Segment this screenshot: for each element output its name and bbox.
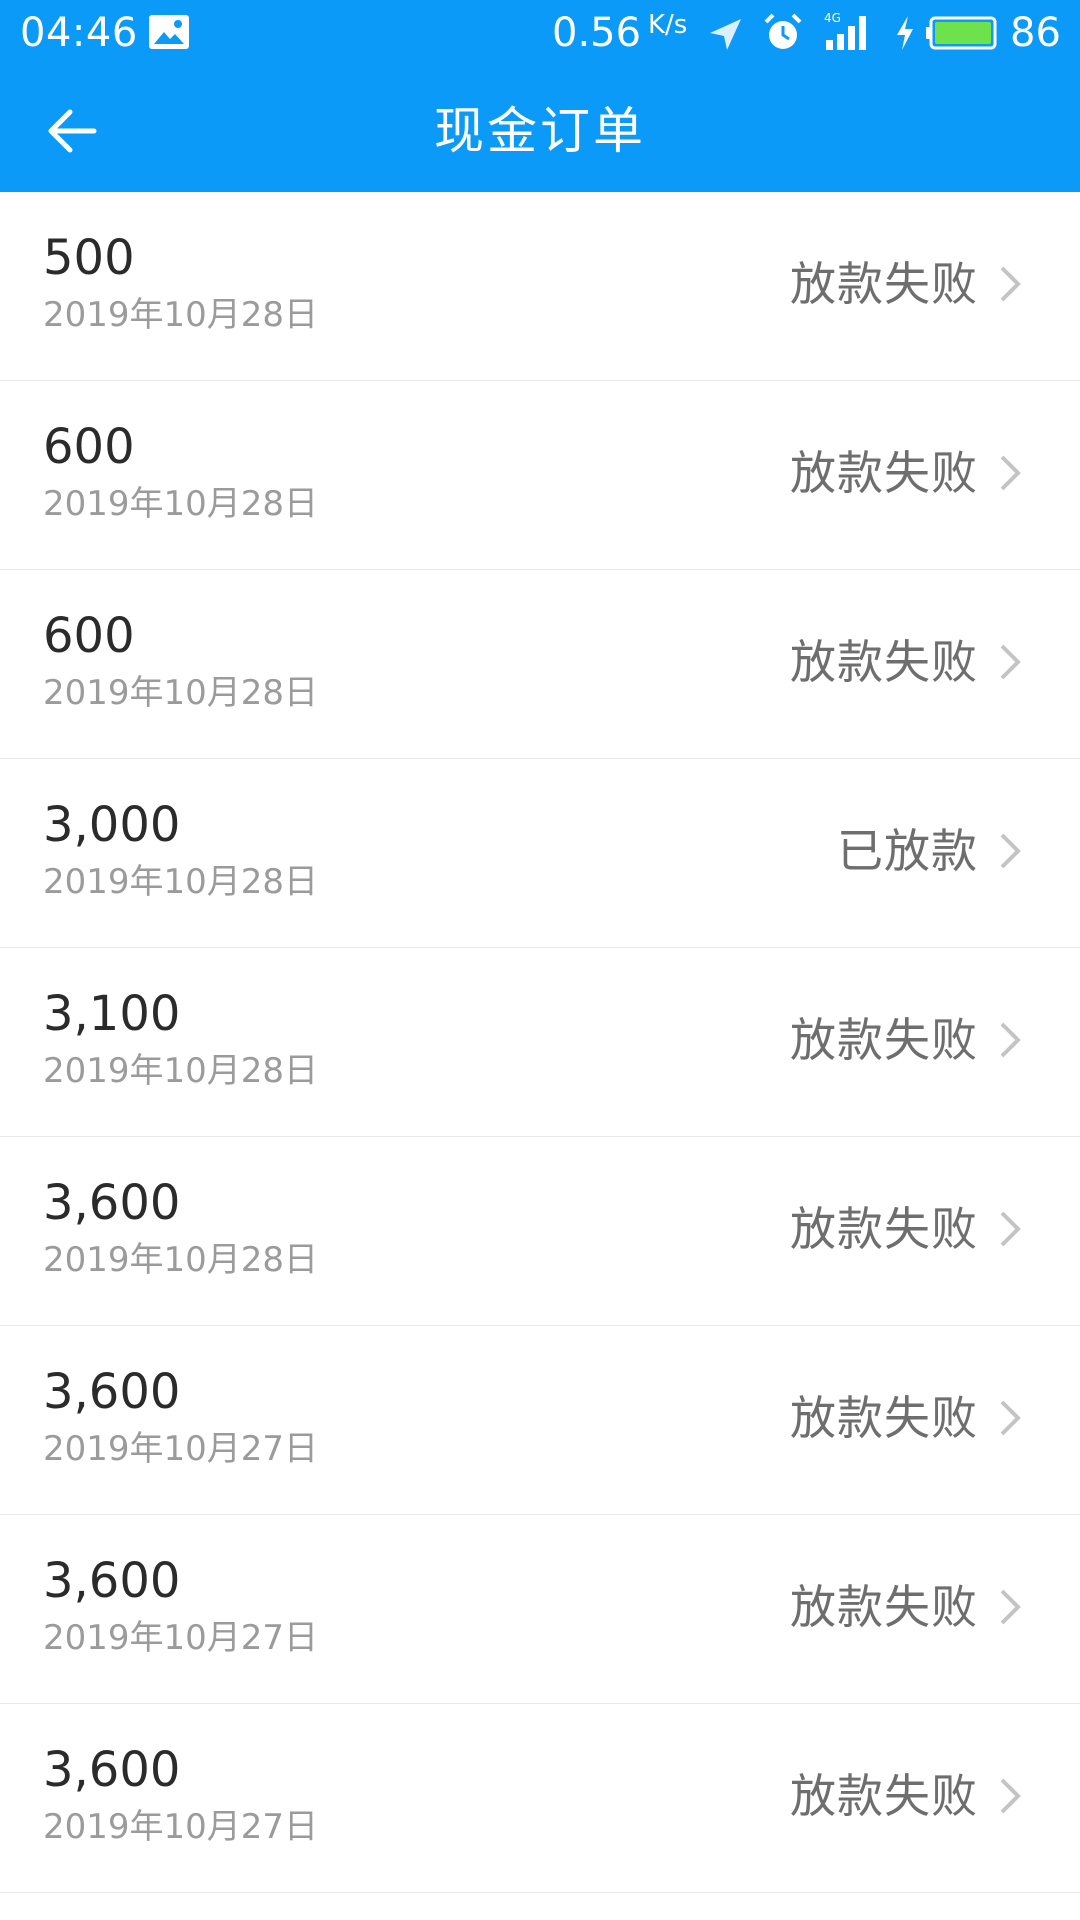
chevron-right-icon (1000, 455, 1021, 491)
order-amount: 3,600 (43, 1742, 181, 1798)
chevron-right-icon (1000, 1022, 1021, 1058)
order-date: 2019年10月28日 (43, 1240, 319, 1280)
order-date: 2019年10月28日 (43, 862, 319, 902)
chevron-right-icon (1000, 644, 1021, 680)
order-status: 放款失败 (790, 635, 978, 689)
order-amount: 3,600 (43, 1175, 181, 1231)
order-status: 放款失败 (790, 1580, 978, 1634)
order-date: 2019年10月27日 (43, 1618, 319, 1658)
order-list-item[interactable]: 600 2019年10月28日 放款失败 (0, 381, 1080, 570)
order-amount: 3,600 (43, 1364, 181, 1420)
order-list-item[interactable]: 3,600 2019年10月27日 放款失败 (0, 1704, 1080, 1893)
order-date: 2019年10月28日 (43, 484, 319, 524)
order-list-item[interactable]: 3,000 2019年10月28日 已放款 (0, 759, 1080, 948)
network-speed: 0.56 (552, 10, 642, 56)
network-type-label: 4G (824, 11, 841, 25)
network-speed-unit: K/s (648, 10, 688, 40)
order-status: 放款失败 (790, 446, 978, 500)
order-amount: 600 (43, 419, 135, 475)
order-amount: 600 (43, 608, 135, 664)
gallery-icon (149, 15, 189, 49)
order-amount: 3,100 (43, 986, 181, 1042)
chevron-right-icon (1000, 1589, 1021, 1625)
page-title: 现金订单 (434, 102, 646, 160)
order-list-item[interactable]: 500 2019年10月28日 放款失败 (0, 192, 1080, 381)
order-date: 2019年10月27日 (43, 1429, 319, 1469)
order-status: 放款失败 (790, 1202, 978, 1256)
order-amount: 3,000 (43, 797, 181, 853)
status-bar: 04:46 0.56 K/s 4G 86 (0, 0, 1080, 66)
order-list-item[interactable]: 3,600 2019年10月27日 放款失败 (0, 1326, 1080, 1515)
order-list-item[interactable]: 3,600 2019年10月28日 放款失败 (0, 1137, 1080, 1326)
order-amount: 3,600 (43, 1553, 181, 1609)
chevron-right-icon (1000, 833, 1021, 869)
battery-level: 86 (1010, 10, 1061, 56)
order-status: 放款失败 (790, 1769, 978, 1823)
order-status: 放款失败 (790, 1013, 978, 1067)
order-status: 放款失败 (790, 1391, 978, 1445)
battery-icon (926, 16, 997, 50)
signal-4g-icon: 4G (824, 11, 866, 50)
order-list: 500 2019年10月28日 放款失败 600 2019年10月28日 放款失… (0, 192, 1080, 1893)
chevron-right-icon (1000, 1211, 1021, 1247)
alarm-icon (764, 13, 802, 49)
order-date: 2019年10月28日 (43, 1051, 319, 1091)
order-date: 2019年10月27日 (43, 1807, 319, 1847)
order-amount: 500 (43, 230, 135, 286)
order-date: 2019年10月28日 (43, 295, 319, 335)
chevron-right-icon (1000, 266, 1021, 302)
order-status: 放款失败 (790, 257, 978, 311)
charging-bolt-icon (897, 16, 913, 50)
app-bar: 现金订单 (0, 66, 1080, 192)
order-list-item[interactable]: 3,600 2019年10月27日 放款失败 (0, 1515, 1080, 1704)
order-list-item[interactable]: 3,100 2019年10月28日 放款失败 (0, 948, 1080, 1137)
chevron-right-icon (1000, 1778, 1021, 1814)
order-date: 2019年10月28日 (43, 673, 319, 713)
status-time: 04:46 (20, 10, 138, 56)
order-list-item[interactable]: 600 2019年10月28日 放款失败 (0, 570, 1080, 759)
location-arrow-icon (710, 19, 741, 50)
chevron-right-icon (1000, 1400, 1021, 1436)
order-status: 已放款 (837, 824, 978, 878)
